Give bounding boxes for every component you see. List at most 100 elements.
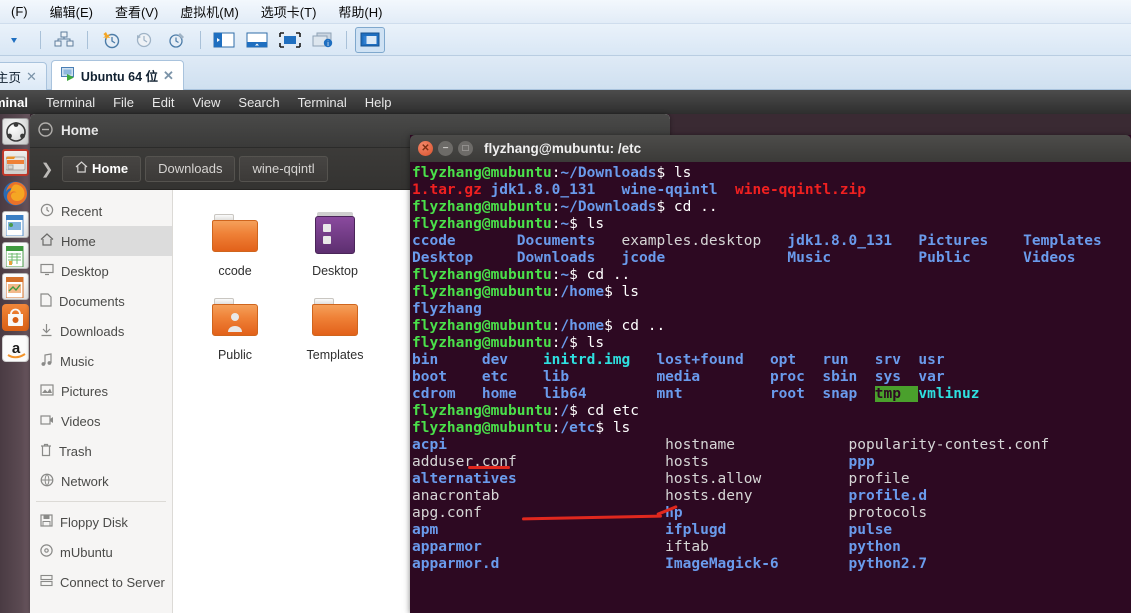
sidebar-item-recent[interactable]: Recent (30, 196, 172, 226)
nautilus-sidebar: Recent Home Desktop Documents Downloads … (30, 190, 173, 613)
file-label: ccode (218, 264, 252, 278)
tab-ubuntu-64[interactable]: Ubuntu 64 位 ✕ (50, 60, 184, 90)
downloads-icon (40, 323, 53, 340)
sidebar-item-mubuntu[interactable]: mUbuntu (30, 537, 172, 567)
sidebar-label: Floppy Disk (60, 514, 128, 530)
sidebar-label: Home (61, 233, 96, 249)
sidebar-item-network[interactable]: Network (30, 466, 172, 496)
forward-arrow-icon[interactable]: ❯ (36, 156, 58, 182)
software-center-icon[interactable] (1, 304, 29, 331)
menu-tabs[interactable]: 选项卡(T) (250, 0, 328, 23)
amazon-icon[interactable]: a (1, 335, 29, 362)
sidebar-item-videos[interactable]: Videos (30, 406, 172, 436)
sidebar-label: Desktop (61, 263, 109, 279)
window-menu-icon[interactable] (38, 121, 53, 140)
unity-top-panel: minal Terminal File Edit View Search Ter… (0, 90, 1131, 114)
vmware-tab-bar: 主页 ✕ Ubuntu 64 位 ✕ (0, 56, 1131, 90)
nautilus-title-label: Home (61, 123, 99, 138)
path-button-downloads[interactable]: Downloads (145, 155, 236, 182)
appmenu-terminal-title[interactable]: Terminal (37, 95, 104, 110)
vm-running-icon (60, 67, 76, 84)
file-item-templates[interactable]: Templates (285, 288, 385, 362)
file-item-ccode[interactable]: ccode (185, 204, 285, 278)
libreoffice-impress-icon[interactable] (1, 273, 29, 300)
sidebar-item-home[interactable]: Home (30, 226, 172, 256)
tab-ubuntu-label: Ubuntu 64 位 (80, 70, 159, 84)
file-label: Public (217, 348, 253, 362)
sidebar-label: Downloads (60, 323, 125, 339)
folder-icon (285, 288, 385, 346)
documents-icon (40, 292, 52, 310)
sidebar-label: Trash (59, 443, 92, 459)
menu-edit[interactable]: 编辑(E) (39, 0, 104, 23)
firefox-icon[interactable] (2, 180, 29, 207)
sidebar-item-pictures[interactable]: Pictures (30, 376, 172, 406)
menu-view[interactable]: 查看(V) (104, 0, 169, 23)
pictures-icon (40, 383, 54, 399)
sidebar-item-downloads[interactable]: Downloads (30, 316, 172, 346)
back-dropdown-icon[interactable] (2, 27, 32, 53)
path-button-home[interactable]: Home (62, 155, 142, 182)
menu-vm[interactable]: 虚拟机(M) (169, 0, 250, 23)
files-icon[interactable] (1, 149, 29, 176)
annotation-underline-etc (468, 466, 510, 469)
menu-help[interactable]: 帮助(H) (327, 0, 393, 23)
close-icon[interactable]: ✕ (163, 68, 174, 84)
sidebar-item-documents[interactable]: Documents (30, 286, 172, 316)
menu-edit[interactable]: Edit (143, 95, 183, 110)
menu-file[interactable]: File (104, 95, 143, 110)
sidebar-item-music[interactable]: Music (30, 346, 172, 376)
sidebar-item-connect-to-server[interactable]: Connect to Server (30, 567, 172, 597)
path-button-wine-qqintl[interactable]: wine-qqintl (239, 155, 328, 182)
menu-file[interactable]: (F) (0, 2, 39, 21)
maximize-button[interactable]: □ (458, 141, 473, 156)
sidebar-label: Documents (59, 293, 125, 309)
sidebar-label: Network (61, 473, 109, 489)
menu-view[interactable]: View (183, 95, 229, 110)
take-snapshot-icon[interactable] (96, 27, 126, 53)
vmware-menu-bar: (F) 编辑(E) 查看(V) 虚拟机(M) 选项卡(T) 帮助(H) (0, 0, 1131, 24)
toolbar-separator (40, 30, 41, 49)
floppy-icon (40, 514, 53, 530)
terminal-window: ✕ − □ flyzhang@mubuntu: /etc flyzhang@mu… (410, 135, 1131, 613)
tab-home[interactable]: 主页 ✕ (0, 62, 47, 90)
ubuntu-dash-icon[interactable] (1, 118, 29, 145)
guest-screen: minal Terminal File Edit View Search Ter… (0, 90, 1131, 613)
music-icon (40, 352, 53, 370)
path-button-home-label: Home (92, 161, 129, 176)
fullscreen-icon[interactable] (275, 27, 305, 53)
show-sidebar-icon[interactable] (209, 27, 239, 53)
close-button[interactable]: ✕ (418, 141, 433, 156)
menu-search[interactable]: Search (229, 95, 288, 110)
libreoffice-calc-icon[interactable] (1, 242, 29, 269)
path-button-wine-label: wine-qqintl (252, 161, 315, 176)
sidebar-item-trash[interactable]: Trash (30, 436, 172, 466)
tab-home-label: 主页 (0, 71, 22, 85)
close-icon[interactable]: ✕ (26, 69, 37, 85)
network-icon (40, 473, 54, 490)
desktop-icon (40, 263, 54, 279)
minimize-button[interactable]: − (438, 141, 453, 156)
sidebar-label: Recent (61, 203, 103, 219)
sidebar-item-floppy-disk[interactable]: Floppy Disk (30, 507, 172, 537)
menu-terminal[interactable]: Terminal (289, 95, 356, 110)
manage-snapshots-icon[interactable] (162, 27, 192, 53)
menu-help[interactable]: Help (356, 95, 401, 110)
snapshot-manager-icon[interactable] (49, 27, 79, 53)
libreoffice-writer-icon[interactable] (1, 211, 29, 238)
file-label: Desktop (312, 264, 358, 278)
sidebar-divider (36, 501, 166, 502)
sidebar-item-desktop[interactable]: Desktop (30, 256, 172, 286)
toolbar-separator (200, 30, 201, 49)
terminal-output[interactable]: flyzhang@mubuntu:~/Downloads$ ls 1.tar.g… (410, 162, 1131, 613)
revert-snapshot-icon[interactable] (129, 27, 159, 53)
file-item-desktop[interactable]: Desktop (285, 204, 385, 278)
terminal-titlebar: ✕ − □ flyzhang@mubuntu: /etc (410, 135, 1131, 162)
videos-icon (40, 414, 54, 429)
unity-launcher: a (0, 114, 30, 613)
file-item-public[interactable]: Public (185, 288, 285, 362)
console-view-icon[interactable] (355, 26, 385, 53)
unity-mode-icon[interactable]: i (308, 27, 338, 53)
disc-icon (40, 544, 53, 560)
show-thumbnail-bar-icon[interactable] (242, 27, 272, 53)
